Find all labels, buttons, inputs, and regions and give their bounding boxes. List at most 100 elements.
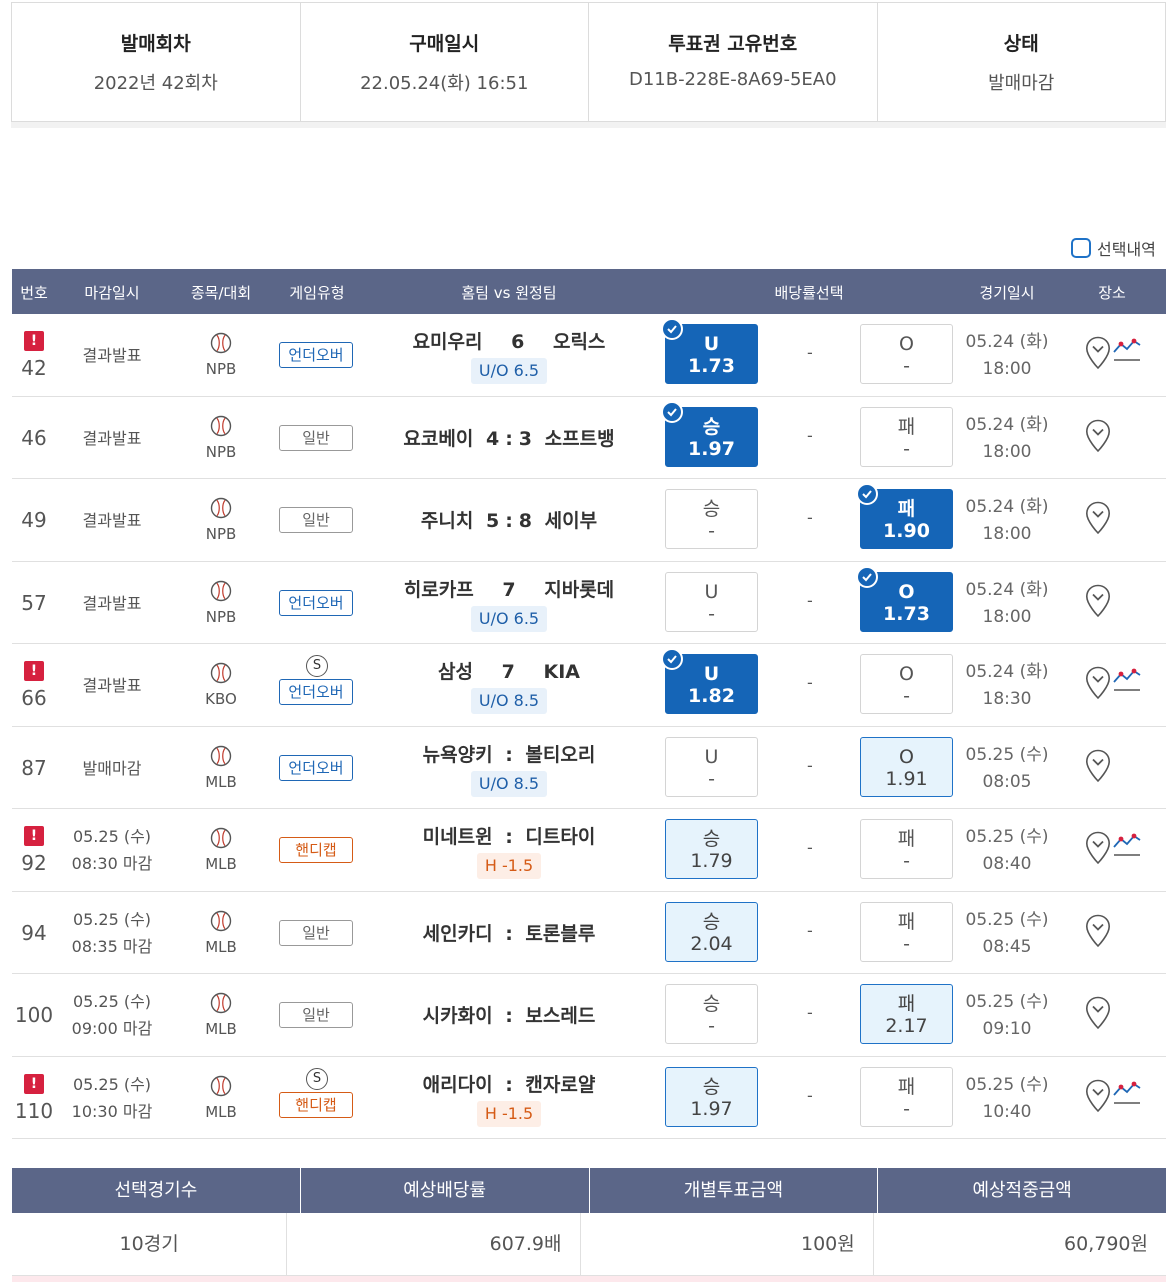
odd-away-button[interactable]: 패- bbox=[860, 901, 953, 962]
odd-home-button[interactable]: 승 1.97 bbox=[665, 1066, 758, 1127]
selection-checkbox[interactable] bbox=[1071, 238, 1091, 258]
home-score: 4 bbox=[485, 427, 500, 450]
location-pin-icon[interactable] bbox=[1085, 666, 1111, 700]
totals-table: 선택경기수 예상배당률 개별투표금액 예상적중금액 10경기 607.9배 10… bbox=[12, 1168, 1166, 1276]
match-cell: 히로카프 7 지바롯데 U/O 6.5 bbox=[359, 575, 659, 632]
odd-away-button[interactable]: 패- bbox=[860, 1066, 953, 1127]
location-pin-icon[interactable] bbox=[1085, 996, 1111, 1030]
game-type-tag: 일반 bbox=[279, 1002, 353, 1028]
game-time: 18:00 bbox=[982, 606, 1032, 627]
draw-odd: - bbox=[807, 673, 813, 692]
odd-away-button[interactable]: 패 1.90 bbox=[856, 483, 953, 549]
odd-home-button[interactable]: U 1.73 bbox=[661, 318, 758, 384]
location-pin-icon[interactable] bbox=[1085, 831, 1111, 865]
location-pin-icon[interactable] bbox=[1085, 914, 1111, 948]
odd-away-button[interactable]: O- bbox=[860, 654, 953, 714]
league-name: NPB bbox=[205, 442, 237, 461]
teams: 요미우리 6 오릭스 bbox=[359, 327, 659, 354]
deadline-line: 08:30 마감 bbox=[71, 854, 153, 873]
odds-trend-chart-icon[interactable] bbox=[1112, 336, 1142, 368]
purchase-cell: 구매일시 22.05.24(화) 16:51 bbox=[301, 3, 589, 121]
odd-home-button[interactable]: 승 2.04 bbox=[665, 901, 758, 962]
game-type-tag: 언더오버 bbox=[279, 679, 353, 705]
game-row: ! 110 05.25 (수) 10:30 마감 MLB S 핸디캡 애리다이 : 캔자로얄 H… bbox=[12, 1057, 1166, 1139]
game-type-cell: S 언더오버 bbox=[279, 655, 355, 705]
game-type-tag: 핸디캡 bbox=[279, 1091, 353, 1118]
odd-away-button[interactable]: O 1.73 bbox=[856, 565, 953, 632]
odd-value: 1.82 bbox=[688, 685, 735, 707]
game-type-cell: 언더오버 bbox=[279, 754, 355, 781]
vs-separator: : bbox=[505, 1005, 513, 1027]
status-value: 발매마감 bbox=[988, 73, 1055, 94]
draw-odd: - bbox=[807, 1085, 813, 1105]
odd-home-button[interactable]: 승 1.97 bbox=[661, 400, 758, 467]
game-type-tag: 언더오버 bbox=[279, 589, 353, 616]
odd-label: 승 bbox=[702, 1075, 721, 1098]
sport-cell: MLB bbox=[191, 992, 251, 1038]
draw-odd: - bbox=[807, 343, 813, 362]
odd-home-button[interactable]: 승- bbox=[665, 984, 758, 1044]
game-time: 08:45 bbox=[982, 936, 1032, 957]
location-pin-icon[interactable] bbox=[1085, 501, 1111, 535]
odd-value: 1.73 bbox=[688, 355, 735, 377]
location-pin-icon[interactable] bbox=[1085, 749, 1111, 783]
odds-trend-chart-icon[interactable] bbox=[1112, 666, 1142, 698]
game-type-cell: 일반 bbox=[279, 507, 355, 533]
odd-away-button[interactable]: 패- bbox=[860, 406, 953, 467]
odd-value: 1.97 bbox=[690, 1097, 733, 1120]
handicap-value: U/O 6.5 bbox=[470, 358, 548, 384]
odd-home-button[interactable]: U- bbox=[665, 571, 758, 632]
deadline: 05.25 (수) 08:30 마감 bbox=[47, 823, 177, 877]
game-type-tag: 언더오버 bbox=[279, 342, 353, 368]
draw-odd: - bbox=[807, 590, 813, 610]
odds-trend-chart-icon[interactable] bbox=[1112, 1079, 1142, 1111]
odd-label: 승 bbox=[702, 828, 721, 850]
away-team: 토론블루 bbox=[525, 922, 596, 945]
odd-value: 2.17 bbox=[885, 1015, 928, 1037]
game-datetime: 05.25 (수) 08:40 bbox=[952, 824, 1062, 878]
home-team: 주니치 bbox=[420, 510, 474, 532]
odd-away-button[interactable]: O 1.91 bbox=[860, 736, 953, 797]
location-pin-icon[interactable] bbox=[1085, 336, 1111, 370]
game-datetime: 05.25 (수) 08:05 bbox=[952, 742, 1062, 796]
home-team: 미네트윈 bbox=[422, 826, 493, 848]
teams: 미네트윈 : 디트타이 bbox=[359, 822, 659, 849]
baseball-icon bbox=[210, 992, 232, 1018]
odd-home-button[interactable]: 승- bbox=[665, 489, 758, 549]
odd-label: 패 bbox=[897, 1075, 916, 1098]
game-type-tag: 핸디캡 bbox=[279, 837, 353, 863]
header-game-date: 경기일시 bbox=[979, 284, 1035, 302]
selection-filter-toggle[interactable]: 선택내역 bbox=[1071, 236, 1156, 260]
selected-check-icon bbox=[661, 318, 683, 340]
odd-away-button[interactable]: 패 2.17 bbox=[860, 984, 953, 1044]
game-row: 100 05.25 (수) 09:00 마감 MLB 일반 시카화이 : 보스레드 승 - - 패… bbox=[12, 974, 1166, 1057]
location-pin-icon[interactable] bbox=[1085, 419, 1111, 453]
league-name: NPB bbox=[205, 525, 237, 543]
odd-label: 승 bbox=[702, 910, 721, 933]
game-date: 05.24 (화) bbox=[965, 414, 1049, 435]
handicap-value: H -1.5 bbox=[476, 1100, 542, 1127]
selected-check-icon bbox=[856, 483, 878, 505]
odd-home-button[interactable]: U 1.82 bbox=[661, 648, 758, 714]
game-date: 05.24 (화) bbox=[965, 332, 1049, 352]
sport-cell: MLB bbox=[191, 745, 251, 791]
draw-odd: - bbox=[807, 1003, 813, 1022]
odd-away-button[interactable]: 패- bbox=[860, 819, 953, 879]
selected-check-icon bbox=[661, 648, 683, 670]
draw-odd: - bbox=[807, 755, 813, 775]
location-pin-icon[interactable] bbox=[1085, 584, 1111, 618]
sport-cell: NPB bbox=[191, 415, 251, 461]
match-cell: 뉴욕양키 : 볼티오리 U/O 8.5 bbox=[359, 740, 659, 797]
odd-value: - bbox=[708, 520, 715, 542]
sport-cell: MLB bbox=[191, 910, 251, 956]
game-date: 05.25 (수) bbox=[965, 992, 1049, 1012]
odd-home-button[interactable]: U- bbox=[665, 736, 758, 797]
deadline: 05.25 (수) 09:00 마감 bbox=[47, 988, 177, 1042]
round-value: 2022년 42회차 bbox=[93, 73, 218, 94]
deadline-line: 05.25 (수) bbox=[72, 1074, 152, 1094]
location-pin-icon[interactable] bbox=[1085, 1079, 1111, 1113]
sport-cell: NPB bbox=[191, 332, 251, 378]
odd-home-button[interactable]: 승 1.79 bbox=[665, 819, 758, 879]
odds-trend-chart-icon[interactable] bbox=[1112, 831, 1142, 863]
odd-away-button[interactable]: O- bbox=[860, 324, 953, 384]
